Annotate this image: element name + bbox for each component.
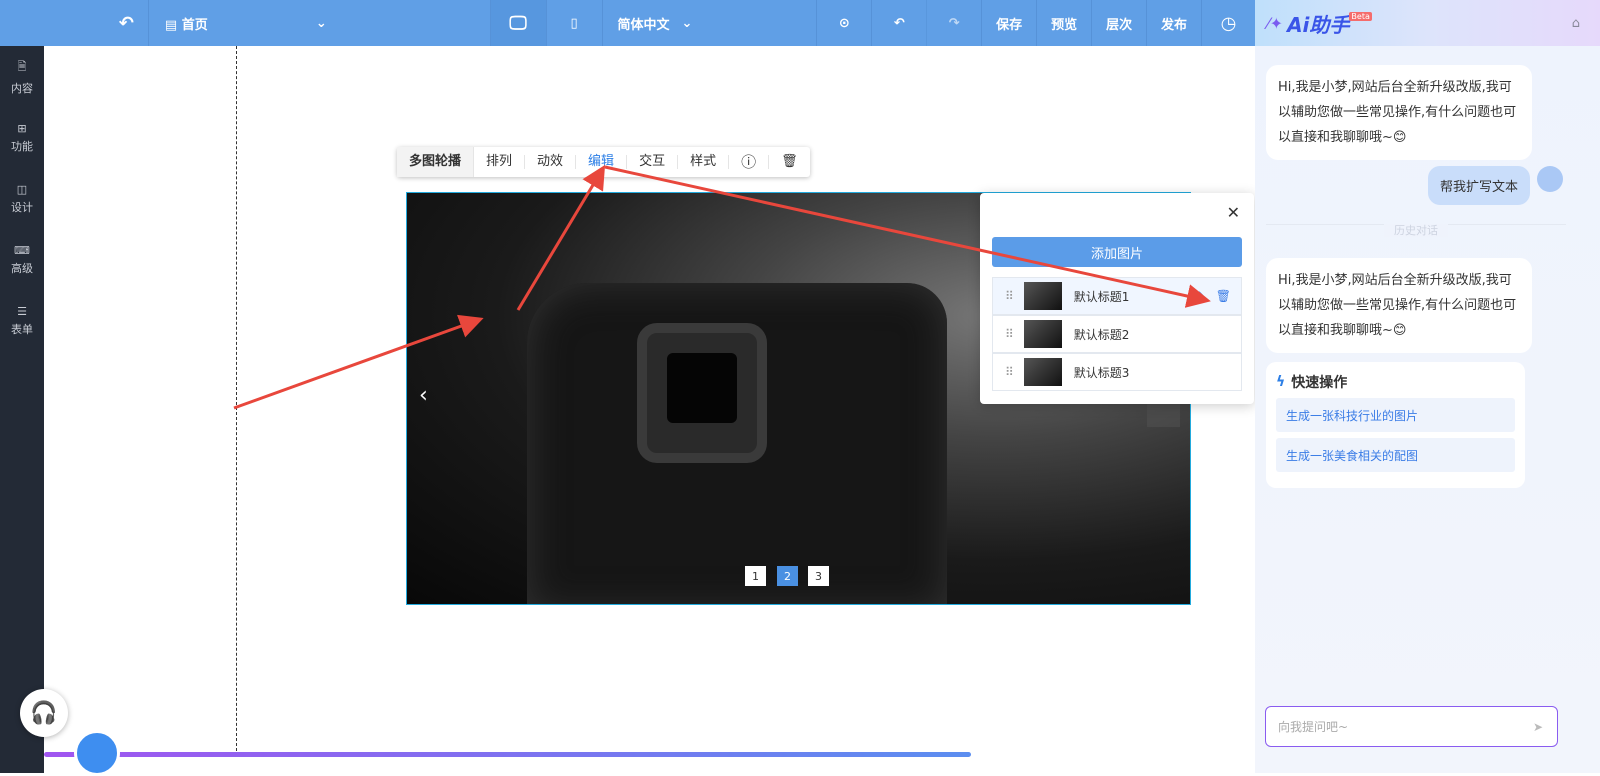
mobile-icon: ▯ xyxy=(570,15,578,31)
item-title: 默认标题2 xyxy=(1073,327,1130,342)
page-select[interactable]: ▤ 首页 ⌄ xyxy=(147,0,343,46)
undo-button[interactable]: ↶ xyxy=(871,0,926,46)
user-avatar xyxy=(1537,166,1563,192)
left-sidebar: 🗎 内容 ⊞ 功能 ◫ 设计 ⌨ 高级 ☰ 表单 xyxy=(0,46,44,773)
ai-assistant-panel: ⁄✦ Ai助手 Beta ⌂ Hi,我是小梦,网站后台全新升级改版,我可以辅助您… xyxy=(1255,0,1600,773)
progress-bar xyxy=(44,752,971,757)
desktop-icon: 🖵 xyxy=(509,12,527,34)
grid-icon: ⊞ xyxy=(17,121,27,135)
thumbnail xyxy=(1023,358,1062,386)
sidebar-label: 表单 xyxy=(11,322,33,336)
tool-carousel[interactable]: 多图轮播 xyxy=(397,147,475,177)
chat-input[interactable]: 向我提问吧~ ➤ xyxy=(1265,706,1558,747)
more-button[interactable]: ⊙ xyxy=(816,0,871,46)
language-label: 简体中文 xyxy=(617,17,670,33)
tool-animation[interactable]: 动效 xyxy=(525,155,577,169)
quick-title: 快速操作 xyxy=(1291,375,1348,391)
thumbnail xyxy=(1023,320,1062,348)
trash-icon[interactable]: 🗑 xyxy=(1216,289,1231,303)
clear-icon[interactable]: ⌂ xyxy=(1572,16,1580,31)
close-icon[interactable]: ✕ xyxy=(1227,203,1240,222)
layout-icon: ◫ xyxy=(16,182,28,196)
image-list-popup: ✕ 添加图片 ⠿ 默认标题1 ✎ 🗑 ⠿ 默认标题2 ⠿ 默认标题3 xyxy=(980,193,1254,404)
sidebar-item-function[interactable]: ⊞ 功能 xyxy=(0,107,44,168)
help-icon[interactable]: ⓘ xyxy=(729,155,770,170)
chevron-down-icon: ⌄ xyxy=(315,15,327,31)
undo-icon: ↶ xyxy=(893,15,905,31)
magic-wand-icon: ⁄✦ xyxy=(1267,13,1284,33)
file-icon: 🗎 xyxy=(17,59,27,73)
preview-button[interactable]: 预览 xyxy=(1036,0,1091,46)
add-image-button[interactable]: 添加图片 xyxy=(992,237,1242,267)
sidebar-label: 功能 xyxy=(11,139,33,153)
mobile-view-button[interactable]: ▯ xyxy=(545,0,602,46)
sidebar-label: 高级 xyxy=(11,261,33,275)
drag-handle-icon[interactable]: ⠿ xyxy=(1005,289,1014,303)
quick-actions: ϟ 快速操作 生成一张科技行业的图片 生成一张美食相关的配图 xyxy=(1266,362,1525,488)
user-message: 帮我扩写文本 xyxy=(1428,166,1531,205)
redo-icon: ↷ xyxy=(948,15,960,31)
beta-badge: Beta xyxy=(1349,11,1372,21)
publish-button[interactable]: 发布 xyxy=(1146,0,1201,46)
page-dot-active[interactable]: 2 xyxy=(777,566,798,586)
desktop-view-button[interactable]: 🖵 xyxy=(489,0,546,46)
top-toolbar: ↶ ▤ 首页 ⌄ 🖵 ▯ 简体中文 ⌄ ⊙ ↶ ↷ 保存 预览 层次 发布 ◷ xyxy=(0,0,1255,46)
history-icon: ◷ xyxy=(1220,12,1237,34)
assistant-title: Ai助手 xyxy=(1287,12,1350,37)
component-toolbar: 多图轮播 排列 动效 编辑 交互 样式 ⓘ 🗑 xyxy=(397,147,810,177)
sidebar-item-content[interactable]: 🗎 内容 xyxy=(0,46,44,107)
tool-style[interactable]: 样式 xyxy=(678,155,730,169)
item-title: 默认标题1 xyxy=(1073,289,1130,304)
quick-action-item[interactable]: 生成一张科技行业的图片 xyxy=(1276,398,1515,432)
assistant-message: Hi,我是小梦,网站后台全新升级改版,我可以辅助您做一些常见操作,有什么问题也可… xyxy=(1266,258,1532,353)
page-icon: ▤ xyxy=(164,17,182,33)
history-button[interactable]: ◷ xyxy=(1201,0,1255,46)
page-dot[interactable]: 3 xyxy=(808,566,829,586)
headset-icon: 🎧 xyxy=(30,700,58,726)
trash-icon[interactable]: 🗑 xyxy=(769,155,810,169)
sidebar-label: 内容 xyxy=(11,81,33,95)
drag-handle-icon[interactable]: ⠿ xyxy=(1005,365,1014,379)
drag-handle-icon[interactable]: ⠿ xyxy=(1005,327,1014,341)
image-list-item[interactable]: ⠿ 默认标题3 xyxy=(992,353,1242,391)
history-divider: 历史对话 xyxy=(1266,224,1566,237)
guide-line xyxy=(236,46,237,756)
assistant-header: ⁄✦ Ai助手 Beta ⌂ xyxy=(1255,0,1600,46)
assistant-message: Hi,我是小梦,网站后台全新升级改版,我可以辅助您做一些常见操作,有什么问题也可… xyxy=(1266,65,1532,160)
chevron-down-icon: ⌄ xyxy=(681,15,693,31)
image-list-item[interactable]: ⠿ 默认标题1 ✎ 🗑 xyxy=(992,277,1242,315)
edit-icon[interactable]: ✎ xyxy=(1196,289,1206,303)
divider-label: 历史对话 xyxy=(1384,224,1448,237)
image-list-item[interactable]: ⠿ 默认标题2 xyxy=(992,315,1242,353)
sidebar-label: 设计 xyxy=(11,200,33,214)
tool-interaction[interactable]: 交互 xyxy=(627,155,679,169)
float-ball[interactable] xyxy=(74,730,120,776)
item-title: 默认标题3 xyxy=(1073,365,1130,380)
back-icon: ↶ xyxy=(118,12,134,34)
sidebar-item-form[interactable]: ☰ 表单 xyxy=(0,290,44,351)
language-select[interactable]: 简体中文 ⌄ xyxy=(601,0,708,46)
support-button[interactable]: 🎧 xyxy=(20,689,68,737)
thumbnail xyxy=(1023,282,1062,310)
code-icon: ⌨ xyxy=(14,243,30,257)
page-name: 首页 xyxy=(181,17,208,33)
tool-arrange[interactable]: 排列 xyxy=(474,155,526,169)
sidebar-item-advanced[interactable]: ⌨ 高级 xyxy=(0,229,44,290)
more-icon: ⊙ xyxy=(838,15,850,31)
list-icon: ☰ xyxy=(17,304,27,318)
quick-action-item[interactable]: 生成一张美食相关的配图 xyxy=(1276,438,1515,472)
sidebar-item-design[interactable]: ◫ 设计 xyxy=(0,168,44,229)
prev-arrow[interactable]: ‹ xyxy=(419,383,428,408)
viewfinder xyxy=(637,323,767,463)
undo-nav-button[interactable]: ↶ xyxy=(0,0,148,46)
input-placeholder: 向我提问吧~ xyxy=(1278,720,1349,734)
save-button[interactable]: 保存 xyxy=(981,0,1036,46)
tool-edit[interactable]: 编辑 xyxy=(576,155,628,169)
send-icon[interactable]: ➤ xyxy=(1533,720,1543,734)
page-dot[interactable]: 1 xyxy=(745,566,766,586)
layers-button[interactable]: 层次 xyxy=(1091,0,1146,46)
redo-button[interactable]: ↷ xyxy=(926,0,981,46)
lightning-icon: ϟ xyxy=(1276,374,1286,390)
